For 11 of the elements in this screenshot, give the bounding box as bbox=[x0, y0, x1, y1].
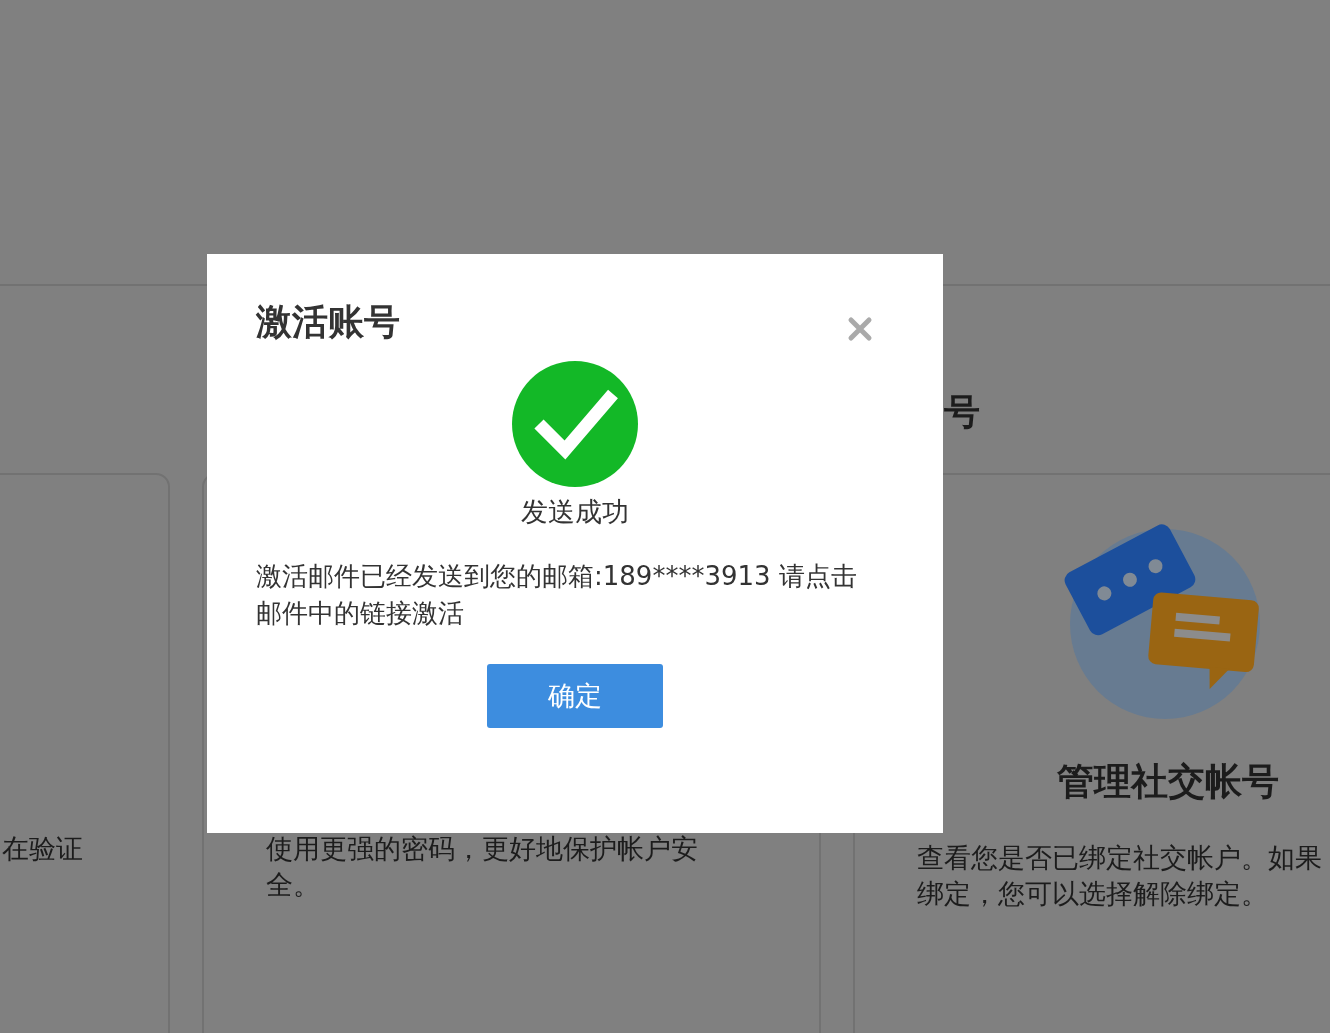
card-description: 查看您是否已绑定社交帐户。如果绑定，您可以选择解除绑定。 bbox=[917, 841, 1323, 911]
status-text: 发送成功 bbox=[520, 496, 630, 529]
card-title: 管理社交帐号 bbox=[1056, 763, 1280, 800]
confirm-button[interactable]: 确定 bbox=[487, 664, 663, 729]
card-description: 在验证 bbox=[2, 832, 84, 866]
close-button[interactable] bbox=[847, 316, 873, 342]
card-description: 使用更强的密码，更好地保护帐户安全。 bbox=[266, 832, 699, 902]
dialog-title: 激活账号 bbox=[256, 304, 400, 340]
success-check-icon bbox=[511, 360, 639, 488]
message-text: 激活邮件已经发送到您的邮箱:189****3913 请点击邮件中的链接激活 bbox=[256, 560, 858, 631]
section-heading: 号 bbox=[944, 394, 980, 430]
